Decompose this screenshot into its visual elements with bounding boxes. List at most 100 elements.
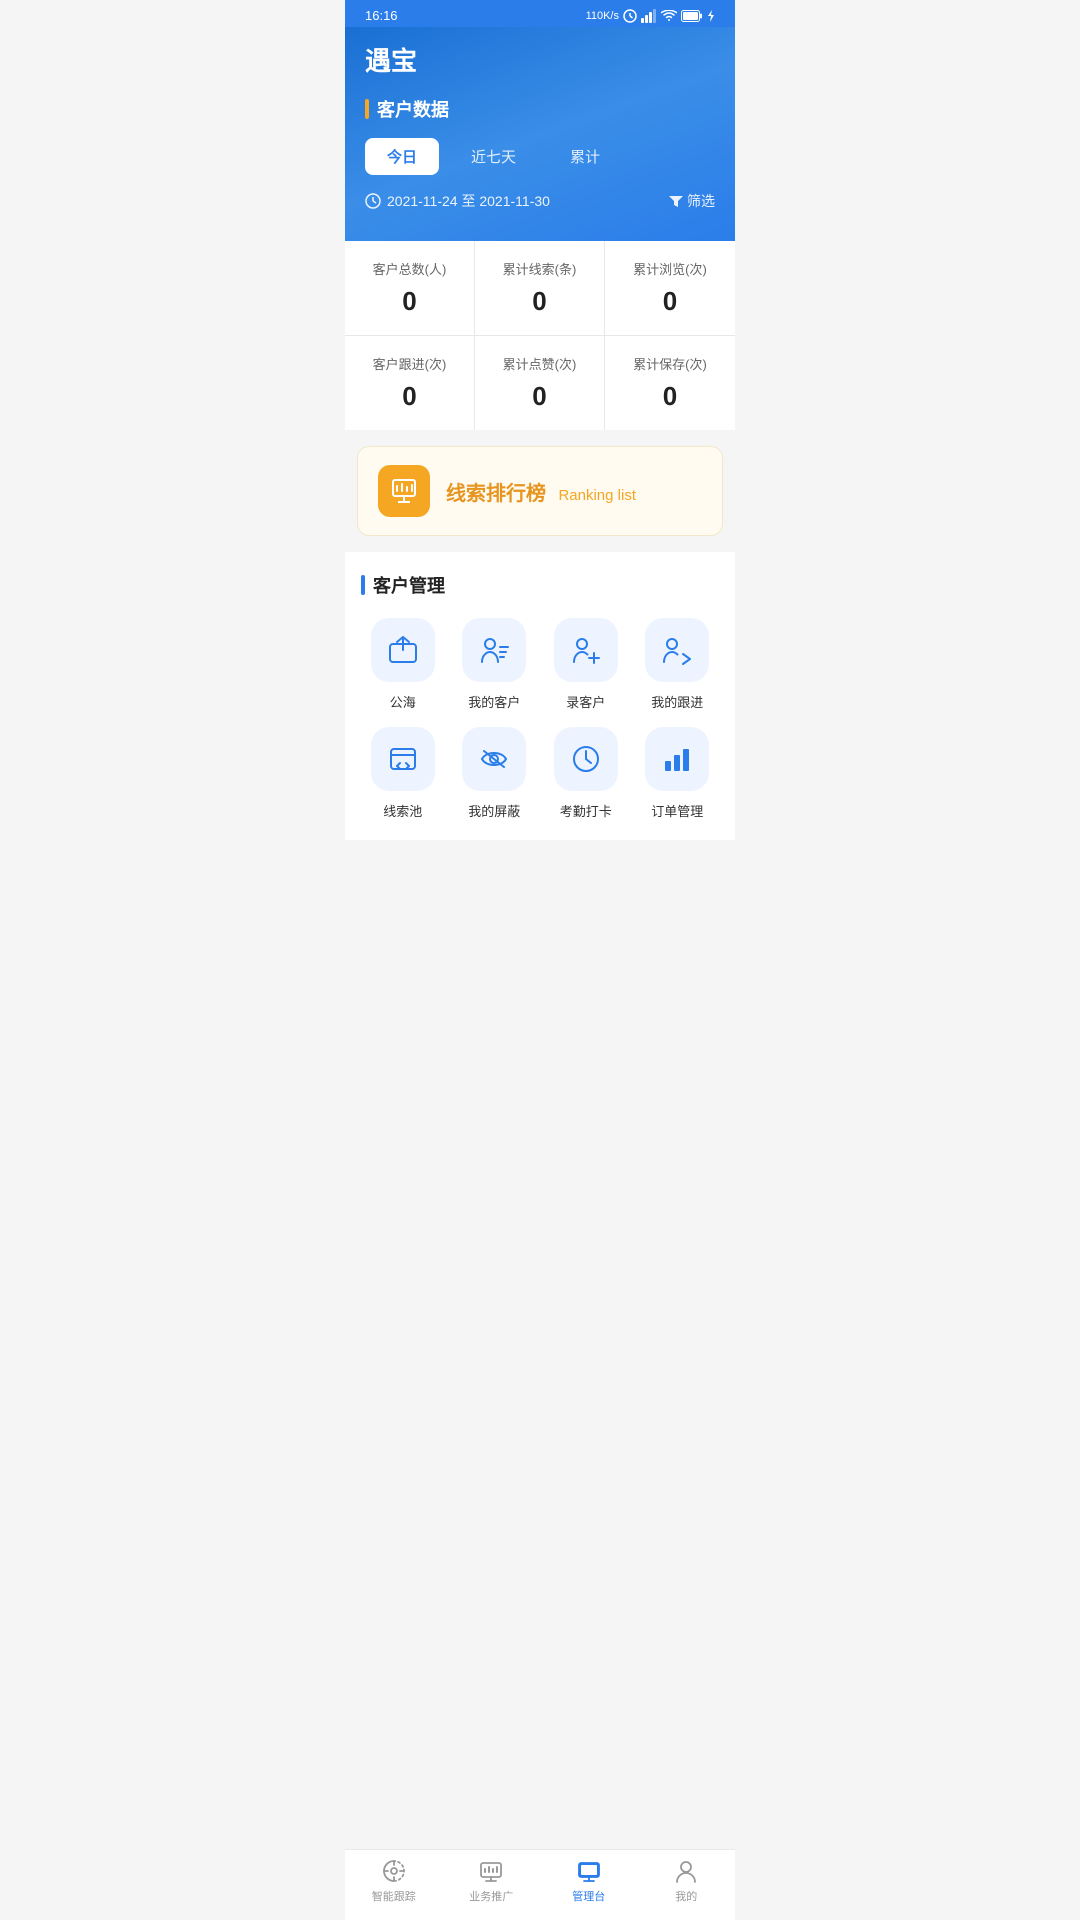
stats-grid: 客户总数(人) 0 累计线索(条) 0 累计浏览(次) 0 客户跟进(次) 0 … bbox=[345, 241, 735, 430]
stat-total-views: 累计浏览(次) 0 bbox=[605, 241, 735, 336]
stat-total-clues: 累计线索(条) 0 bbox=[475, 241, 605, 336]
clue-pool-icon-wrap bbox=[371, 727, 435, 791]
header: 遇宝 客户数据 今日 近七天 累计 2021-11-24 至 2021-11-3… bbox=[345, 27, 735, 241]
stat-label-3: 客户跟进(次) bbox=[355, 354, 464, 373]
section-title-customer-data: 客户数据 bbox=[365, 96, 715, 122]
promo-nav-icon bbox=[478, 1858, 504, 1884]
ranking-presentation-icon bbox=[389, 476, 419, 506]
stat-label-2: 累计浏览(次) bbox=[615, 259, 725, 278]
stat-value-2: 0 bbox=[615, 286, 725, 317]
stat-label-0: 客户总数(人) bbox=[355, 259, 464, 278]
customer-mgmt-heading: 客户管理 bbox=[361, 572, 719, 598]
status-bar: 16:16 110K/s bbox=[345, 0, 735, 27]
my-followups-icon-wrap bbox=[645, 618, 709, 682]
blocked-icon-wrap bbox=[462, 727, 526, 791]
network-speed: 110K/s bbox=[586, 10, 619, 22]
stat-value-1: 0 bbox=[485, 286, 594, 317]
mgmt-item-my-followups[interactable]: 我的跟进 bbox=[636, 618, 720, 711]
mgmt-item-my-customers[interactable]: 我的客户 bbox=[453, 618, 537, 711]
date-range-text: 2021-11-24 至 2021-11-30 bbox=[387, 191, 550, 211]
mgmt-label-clue-pool: 线索池 bbox=[383, 801, 422, 820]
title-bar-decoration bbox=[365, 99, 369, 119]
mgmt-item-clue-pool[interactable]: 线索池 bbox=[361, 727, 445, 820]
ranking-icon-wrap bbox=[378, 465, 430, 517]
clock-date-icon bbox=[365, 193, 381, 209]
nav-item-promo[interactable]: 业务推广 bbox=[443, 1858, 541, 1904]
eye-off-icon bbox=[478, 743, 510, 775]
stat-total-saves: 累计保存(次) 0 bbox=[605, 336, 735, 430]
mgmt-item-add-customer[interactable]: 录客户 bbox=[544, 618, 628, 711]
stat-label-1: 累计线索(条) bbox=[485, 259, 594, 278]
wifi-icon bbox=[661, 10, 677, 22]
stat-value-0: 0 bbox=[355, 286, 464, 317]
ranking-text: 线索排行榜 Ranking list bbox=[446, 477, 636, 506]
clock-check-icon bbox=[570, 743, 602, 775]
stat-label-5: 累计保存(次) bbox=[615, 354, 725, 373]
stat-value-5: 0 bbox=[615, 381, 725, 412]
ranking-subtitle: Ranking list bbox=[558, 487, 636, 504]
ranking-banner[interactable]: 线索排行榜 Ranking list bbox=[357, 446, 723, 536]
ranking-title: 线索排行榜 bbox=[446, 483, 546, 505]
battery-icon bbox=[681, 10, 703, 22]
nav-item-tracking[interactable]: 智能跟踪 bbox=[345, 1858, 443, 1904]
tab-cumulative[interactable]: 累计 bbox=[548, 138, 622, 175]
mgmt-item-orders[interactable]: 订单管理 bbox=[636, 727, 720, 820]
main-content: 客户总数(人) 0 累计线索(条) 0 累计浏览(次) 0 客户跟进(次) 0 … bbox=[345, 241, 735, 936]
charging-icon bbox=[707, 10, 715, 22]
dashboard-nav-icon bbox=[576, 1858, 602, 1884]
mgmt-label-my-customers: 我的客户 bbox=[468, 692, 520, 711]
clue-pool-icon bbox=[387, 743, 419, 775]
stat-label-4: 累计点赞(次) bbox=[485, 354, 594, 373]
orders-icon-wrap bbox=[645, 727, 709, 791]
mgmt-label-add-customer: 录客户 bbox=[566, 692, 605, 711]
management-grid: 公海 我的客户 bbox=[361, 618, 719, 820]
app-title: 遇宝 bbox=[365, 41, 715, 78]
nav-label-profile: 我的 bbox=[675, 1888, 697, 1904]
bottom-padding bbox=[345, 856, 735, 936]
stat-total-customers: 客户总数(人) 0 bbox=[345, 241, 475, 336]
gonhai-icon-wrap bbox=[371, 618, 435, 682]
person-add-icon bbox=[570, 634, 602, 666]
mgmt-label-orders: 订单管理 bbox=[651, 801, 703, 820]
nav-label-tracking: 智能跟踪 bbox=[372, 1888, 416, 1904]
nav-label-dashboard: 管理台 bbox=[572, 1888, 605, 1904]
upload-box-icon bbox=[387, 634, 419, 666]
person-next-icon bbox=[661, 634, 693, 666]
mgmt-item-gonhai[interactable]: 公海 bbox=[361, 618, 445, 711]
bar-chart-icon bbox=[661, 743, 693, 775]
status-right: 110K/s bbox=[586, 9, 715, 23]
filter-button[interactable]: 筛选 bbox=[669, 191, 715, 211]
person-list-icon bbox=[478, 634, 510, 666]
mgmt-item-attendance[interactable]: 考勤打卡 bbox=[544, 727, 628, 820]
mgmt-label-blocked: 我的屏蔽 bbox=[468, 801, 520, 820]
tab-today[interactable]: 今日 bbox=[365, 138, 439, 175]
stat-value-3: 0 bbox=[355, 381, 464, 412]
stat-total-likes: 累计点赞(次) 0 bbox=[475, 336, 605, 430]
status-time: 16:16 bbox=[365, 8, 398, 23]
mgmt-item-blocked[interactable]: 我的屏蔽 bbox=[453, 727, 537, 820]
filter-label: 筛选 bbox=[687, 191, 715, 211]
date-range-display: 2021-11-24 至 2021-11-30 bbox=[365, 191, 550, 211]
date-range-row: 2021-11-24 至 2021-11-30 筛选 bbox=[365, 191, 715, 211]
mgmt-label-gonhai: 公海 bbox=[390, 692, 416, 711]
track-nav-icon bbox=[381, 1858, 407, 1884]
bottom-navigation: 智能跟踪 业务推广 管理台 我的 bbox=[345, 1849, 735, 1920]
mgmt-label-attendance: 考勤打卡 bbox=[560, 801, 612, 820]
filter-icon bbox=[669, 194, 683, 208]
customer-management-section: 客户管理 公海 bbox=[345, 552, 735, 840]
heading-bar-decoration bbox=[361, 575, 365, 595]
stat-value-4: 0 bbox=[485, 381, 594, 412]
nav-item-dashboard[interactable]: 管理台 bbox=[540, 1858, 638, 1904]
my-customers-icon-wrap bbox=[462, 618, 526, 682]
nav-item-profile[interactable]: 我的 bbox=[638, 1858, 736, 1904]
stat-customer-followups: 客户跟进(次) 0 bbox=[345, 336, 475, 430]
signal-icon bbox=[641, 9, 657, 23]
nav-label-promo: 业务推广 bbox=[469, 1888, 513, 1904]
mgmt-label-my-followups: 我的跟进 bbox=[651, 692, 703, 711]
add-customer-icon-wrap bbox=[554, 618, 618, 682]
attendance-icon-wrap bbox=[554, 727, 618, 791]
period-tabs: 今日 近七天 累计 bbox=[365, 138, 715, 175]
clock-status-icon bbox=[623, 9, 637, 23]
person-nav-icon bbox=[673, 1858, 699, 1884]
tab-seven-days[interactable]: 近七天 bbox=[449, 138, 538, 175]
